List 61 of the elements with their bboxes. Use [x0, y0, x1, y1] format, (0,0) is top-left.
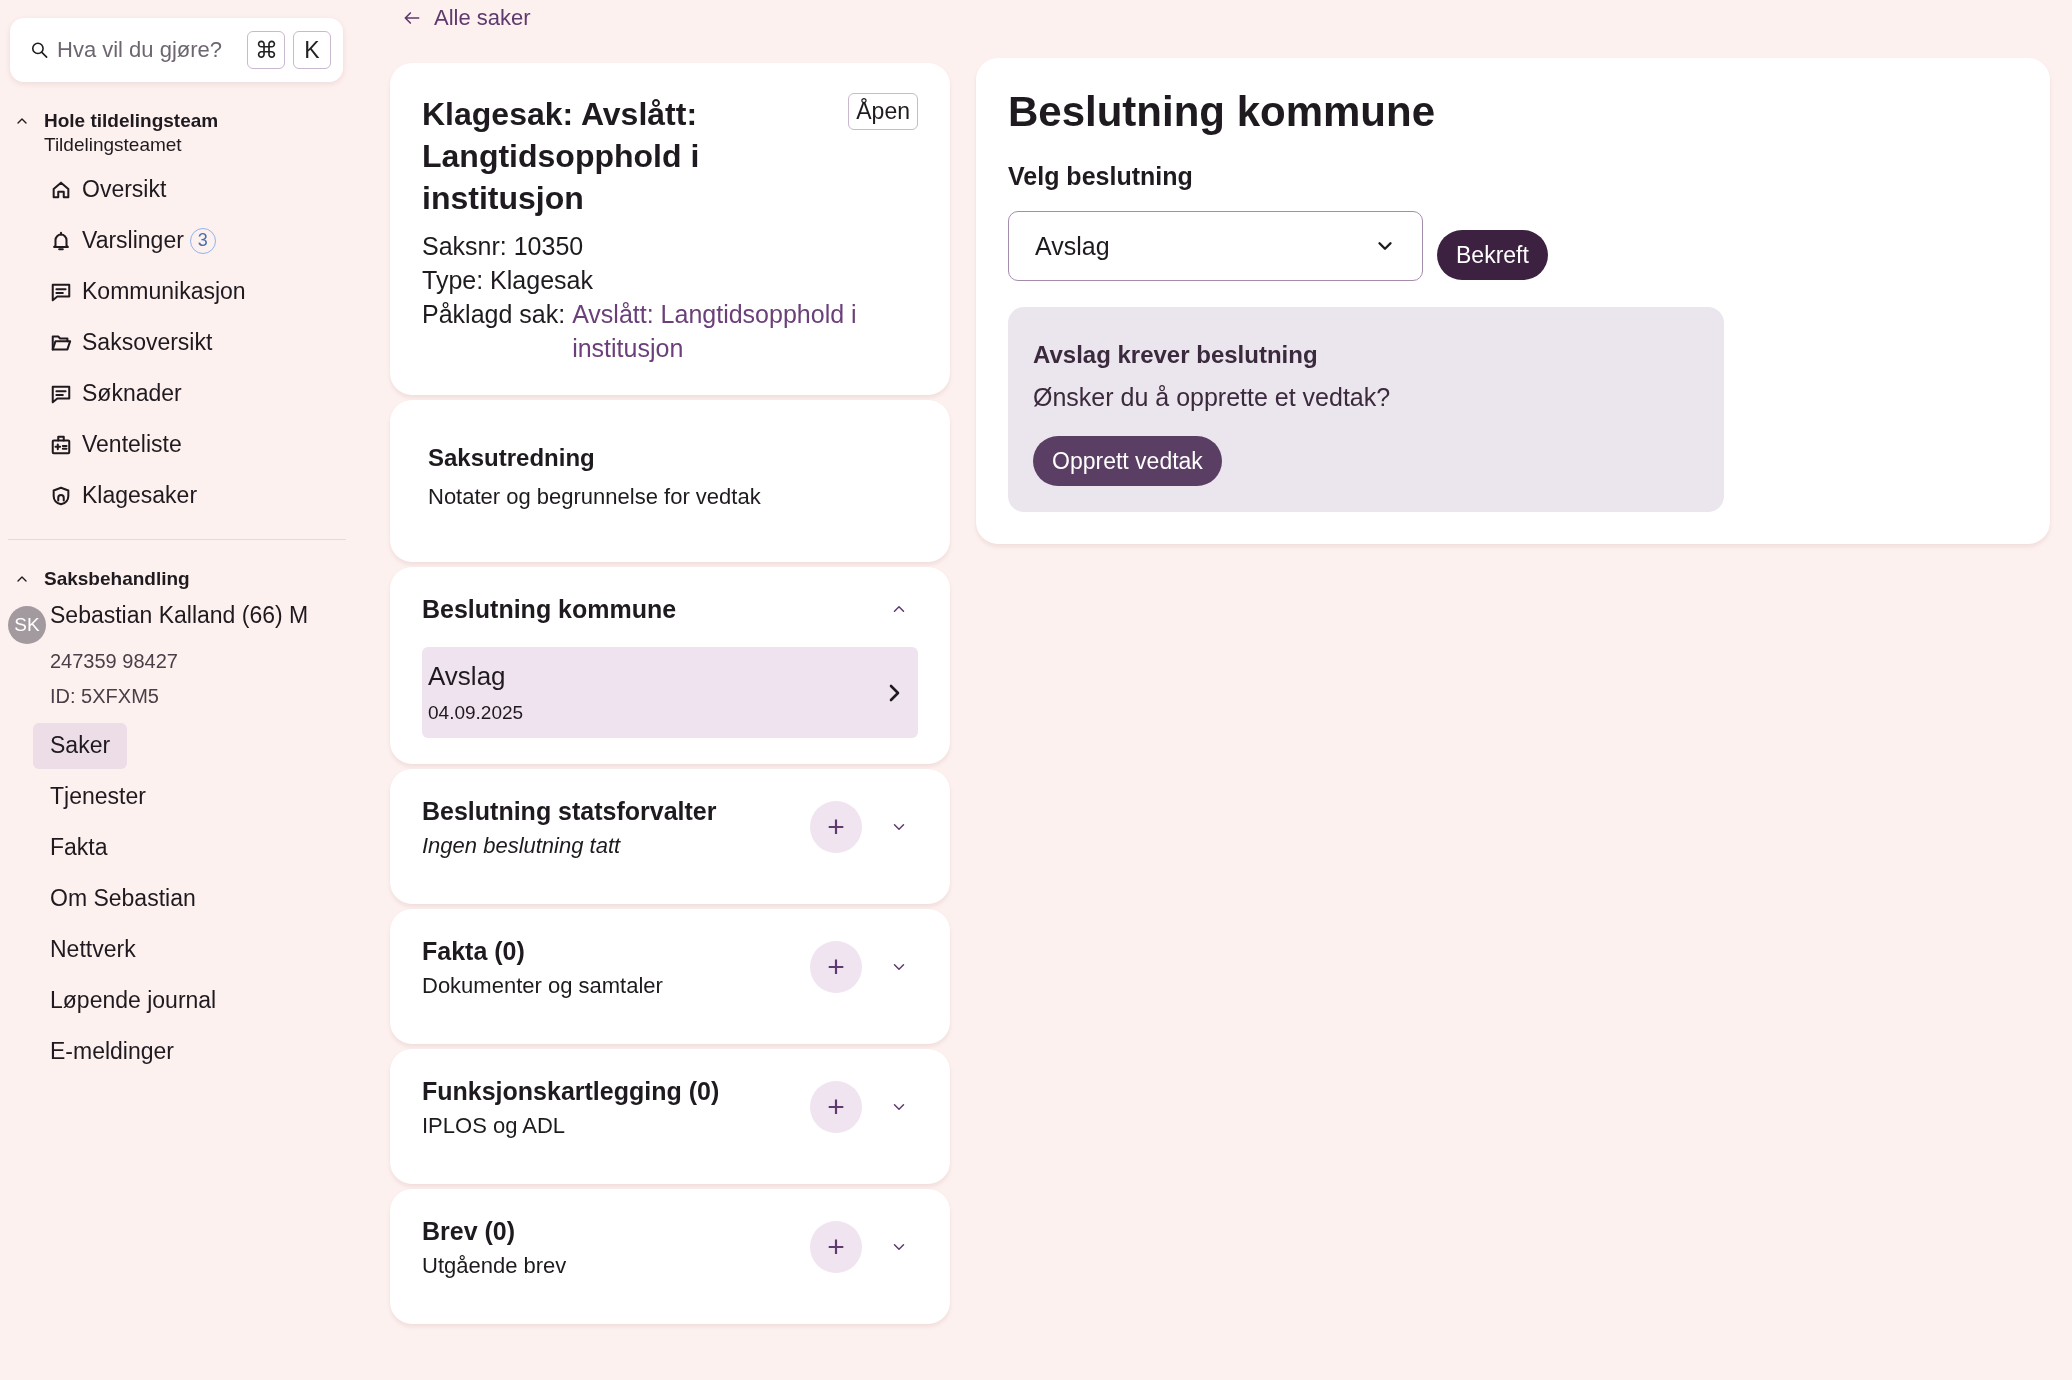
add-button[interactable]: + [810, 941, 862, 993]
section-subtitle: Ingen beslutning tatt [422, 833, 622, 859]
field-label: Velg beslutning [1008, 162, 1194, 191]
case-detail: Type: Klagesak [422, 265, 594, 296]
person-detail: ID: 5XFXM5 [49, 684, 160, 709]
nav-item[interactable]: E-meldinger [33, 1028, 191, 1075]
create-decision-button[interactable]: Opprett vedtak [1033, 436, 1222, 486]
nav-item[interactable]: Kommunikasjon [82, 268, 246, 315]
status-tag: Åpen [848, 93, 918, 130]
shortcut-key: ⌘ [247, 31, 285, 69]
shield-icon [50, 484, 72, 507]
avatar: SK [8, 606, 46, 644]
search-field[interactable]: Hva vil du gjøre? [57, 37, 239, 63]
search-bar[interactable]: Hva vil du gjøre? ⌘ K [10, 18, 343, 82]
section-subtitle: IPLOS og ADL [422, 1113, 567, 1139]
person-name: Sebastian Kalland (66) M [50, 602, 309, 629]
nav-item[interactable]: Venteliste [82, 421, 182, 468]
nav-item[interactable]: Saksoversikt [82, 319, 213, 366]
decision-entry[interactable]: Avslag 04.09.2025 [422, 647, 918, 738]
section-subtitle: Notater og begrunnelse for vedtak [428, 484, 762, 510]
nav-item[interactable]: Nettverk [33, 926, 153, 973]
add-button[interactable]: + [810, 801, 862, 853]
entry-title: Avslag [428, 661, 507, 692]
person-detail: 247359 98427 [49, 649, 179, 674]
panel-title: Beslutning kommune [1008, 87, 1437, 137]
bell-icon [50, 229, 72, 252]
shortcut-key: K [293, 31, 331, 69]
nav-item[interactable]: Fakta [33, 824, 125, 871]
nav-item[interactable]: Oversikt [82, 166, 167, 213]
entry-date: 04.09.2025 [428, 702, 524, 724]
section-title: Fakta (0) [422, 936, 526, 967]
nav-item[interactable]: Varslinger [82, 217, 184, 264]
case-title: Klagesak: Avslått: Langtidsopphold i institusjon [422, 95, 701, 218]
alert-text: Ønsker du å opprette et vedtak? [1033, 383, 1392, 412]
clipboard-icon [50, 433, 72, 456]
group-subtitle: Tildelingsteamet [44, 133, 183, 157]
section-subtitle: Utgående brev [422, 1253, 568, 1279]
nav-item[interactable]: Søknader [82, 370, 182, 417]
case-link[interactable]: Avslått: Langtidsopphold i institusjon [572, 297, 918, 365]
case-detail: Saksnr: 10350 [422, 231, 585, 262]
case-detail-label: Påklagd sak: [422, 299, 566, 330]
group-title: Saksbehandling [44, 568, 190, 590]
nav-item[interactable]: Saker [33, 722, 128, 769]
section-title: Funksjonskartlegging (0) [422, 1076, 721, 1107]
nav-item[interactable]: Klagesaker [82, 472, 198, 519]
alert-title: Avslag krever beslutning [1033, 341, 1319, 369]
section-subtitle: Dokumenter og samtaler [422, 973, 664, 999]
back-link[interactable]: Alle saker [402, 0, 531, 36]
section-title: Beslutning kommune [422, 594, 678, 625]
nav-item[interactable]: Løpende journal [33, 977, 234, 1024]
confirm-button[interactable]: Bekreft [1437, 230, 1548, 280]
section-title: Brev (0) [422, 1216, 517, 1247]
section-title: Beslutning statsforvalter [422, 796, 718, 827]
decision-select[interactable]: Avslag [1008, 211, 1423, 281]
nav-item[interactable]: Om Sebastian [33, 875, 213, 922]
group-title: Hole tildelingsteam [44, 110, 219, 132]
nav-item[interactable]: Tjenester [33, 773, 163, 820]
section-title: Saksutredning [428, 444, 596, 472]
add-button[interactable]: + [810, 1221, 862, 1273]
section-card[interactable]: Saksutredning Notater og begrunnelse for vedtak [390, 400, 950, 562]
add-button[interactable]: + [810, 1081, 862, 1133]
